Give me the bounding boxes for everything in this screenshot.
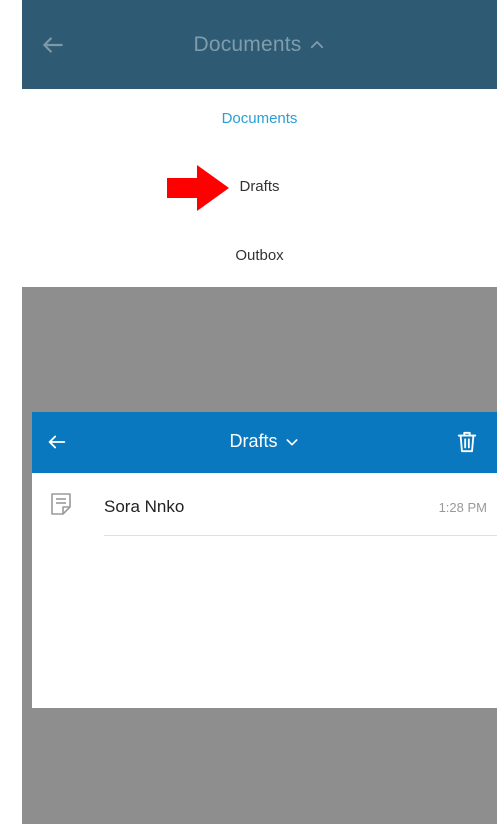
menu-item-documents[interactable]: Documents: [22, 110, 497, 127]
phone-screen: Documents Documents Drafts Outbox Drafts…: [22, 0, 497, 824]
draft-list-item[interactable]: Sora Nnko 1:28 PM: [32, 474, 497, 536]
document-icon: [50, 492, 72, 516]
screenshot-frame: Documents Documents Drafts Outbox Drafts…: [0, 0, 497, 824]
chevron-down-icon: [286, 438, 297, 445]
app-bar: Documents: [22, 0, 497, 89]
drafts-title: Drafts: [229, 431, 278, 451]
drafts-screen-preview: Drafts Sora Nnko 1:28 PM: [32, 412, 497, 708]
title-dropdown-toggle[interactable]: Documents: [193, 33, 325, 57]
drafts-title-toggle[interactable]: Drafts: [32, 431, 497, 452]
folder-dropdown-menu: Documents Drafts Outbox: [22, 89, 497, 287]
menu-item-outbox[interactable]: Outbox: [22, 247, 497, 264]
trash-icon[interactable]: [456, 430, 478, 454]
page-title: Documents: [193, 32, 302, 56]
draft-recipient-name: Sora Nnko: [104, 497, 185, 516]
chevron-up-icon: [310, 40, 323, 48]
red-arrow-pointer-icon: [167, 165, 229, 211]
draft-timestamp: 1:28 PM: [438, 500, 487, 515]
row-divider: [104, 535, 497, 536]
menu-item-drafts[interactable]: Drafts: [22, 178, 497, 195]
back-arrow-icon[interactable]: [40, 32, 66, 58]
drafts-app-bar: Drafts: [32, 412, 497, 473]
